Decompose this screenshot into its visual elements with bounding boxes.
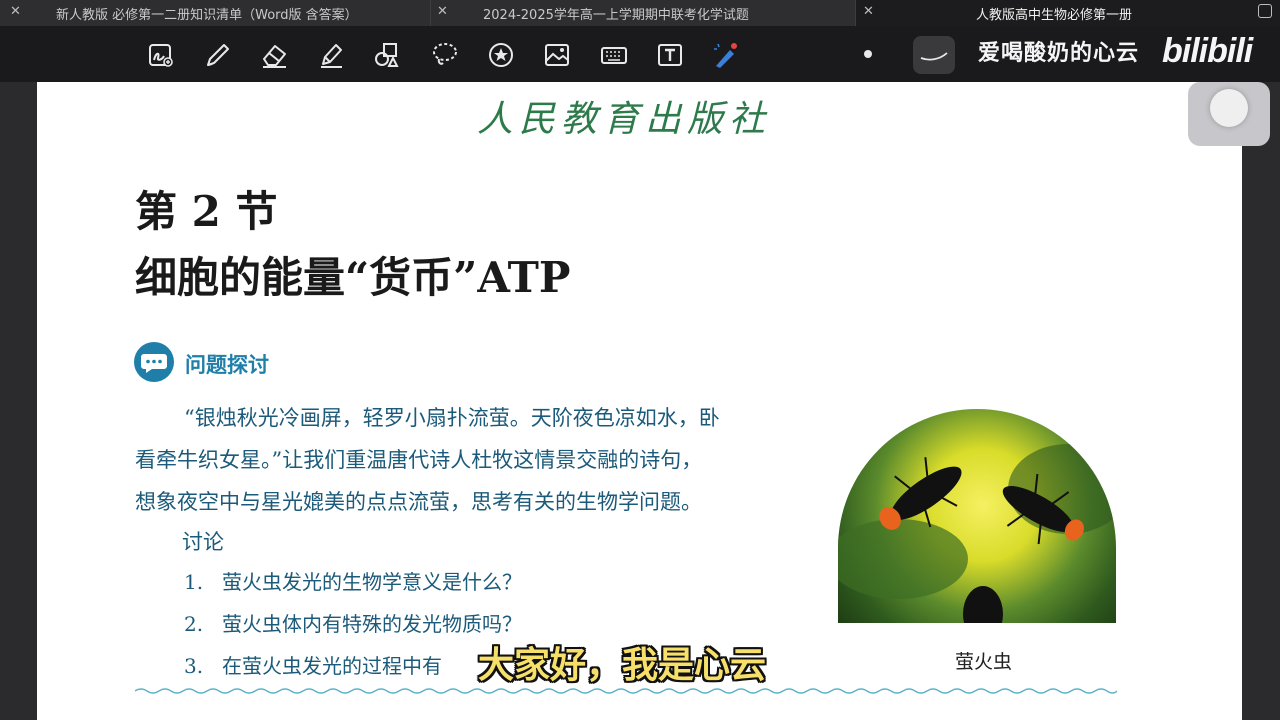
stroke-curve-icon: [920, 52, 948, 61]
item-text: 萤火虫体内有特殊的发光物质吗？: [222, 612, 522, 636]
tab-title: 人教版高中生物必修第一册: [976, 7, 1133, 23]
tab-overview-icon[interactable]: [1258, 4, 1272, 18]
annotation-toolbar: 爱喝酸奶的心云 bilibili: [0, 26, 1280, 82]
stroke-style-button[interactable]: [913, 36, 955, 74]
bilibili-logo: bilibili: [1162, 32, 1253, 70]
document-page[interactable]: 人民教育出版社 第 2 节 细胞的能量“货币”ATP 问题探讨 “银烛秋光冷画屏…: [37, 82, 1242, 720]
highlighter-icon[interactable]: [314, 38, 348, 72]
firefly-photo: [838, 409, 1116, 623]
item-number: 1.: [184, 570, 204, 594]
uploader-watermark: 爱喝酸奶的心云: [978, 41, 1140, 66]
brush-size-dot-icon[interactable]: [864, 50, 872, 58]
paragraph-line: 想象夜空中与星光媲美的点点流萤，思考有关的生物学问题。: [135, 490, 702, 514]
text-box-icon[interactable]: [653, 38, 687, 72]
item-text: 在萤火虫发光的过程中有: [222, 654, 442, 678]
question-heading: 问题探讨: [185, 353, 269, 377]
chat-bubble-icon: [134, 342, 174, 382]
image-icon[interactable]: [540, 38, 574, 72]
publisher-logo: 人民教育出版社: [477, 99, 772, 140]
tab-chemistry-exam[interactable]: ✕ 2024-2025学年高一上学期期中联考化学试题: [430, 0, 855, 26]
section-title: 细胞的能量“货币”ATP: [135, 253, 571, 302]
sticker-icon[interactable]: [484, 38, 518, 72]
section-number: 第 2 节: [135, 187, 278, 236]
list-item: 1. 萤火虫发光的生物学意义是什么？: [184, 566, 522, 595]
keyboard-icon[interactable]: [597, 38, 631, 72]
tab-title: 新人教版 必修第一二册知识清单（Word版 含答案）: [56, 7, 358, 23]
close-icon[interactable]: ✕: [10, 4, 21, 19]
item-number: 2.: [184, 612, 204, 636]
laser-pointer-icon[interactable]: [708, 38, 742, 72]
video-subtitle: 大家好，我是心云: [478, 645, 767, 686]
shapes-icon[interactable]: [370, 38, 404, 72]
tab-title: 2024-2025学年高一上学期期中联考化学试题: [483, 7, 749, 23]
lasso-text-icon[interactable]: [144, 38, 178, 72]
paragraph-line: “银烛秋光冷画屏，轻罗小扇扑流萤。天阶夜色凉如水，卧: [184, 406, 720, 430]
list-item: 2. 萤火虫体内有特殊的发光物质吗？: [184, 608, 522, 637]
image-caption: 萤火虫: [955, 651, 1013, 673]
close-icon[interactable]: ✕: [437, 4, 448, 19]
discuss-label: 讨论: [182, 530, 224, 554]
paragraph-line: 看牵牛织女星。”让我们重温唐代诗人杜牧这情景交融的诗句，: [135, 448, 703, 472]
assistive-touch-button[interactable]: [1188, 82, 1270, 146]
lasso-icon[interactable]: [428, 38, 462, 72]
pen-icon[interactable]: [200, 38, 234, 72]
tab-knowledge-list[interactable]: ✕ 新人教版 必修第一二册知识清单（Word版 含答案）: [0, 0, 430, 26]
item-text: 萤火虫发光的生物学意义是什么？: [222, 570, 522, 594]
tab-bar: ✕ 新人教版 必修第一二册知识清单（Word版 含答案） ✕ 2024-2025…: [0, 0, 1280, 26]
tab-biology-textbook[interactable]: ✕ 人教版高中生物必修第一册: [855, 0, 1280, 26]
eraser-icon[interactable]: [257, 38, 291, 72]
assistive-touch-knob: [1210, 89, 1248, 127]
close-icon[interactable]: ✕: [863, 4, 874, 19]
item-number: 3.: [184, 654, 204, 678]
list-item: 3. 在萤火虫发光的过程中有: [184, 650, 442, 679]
